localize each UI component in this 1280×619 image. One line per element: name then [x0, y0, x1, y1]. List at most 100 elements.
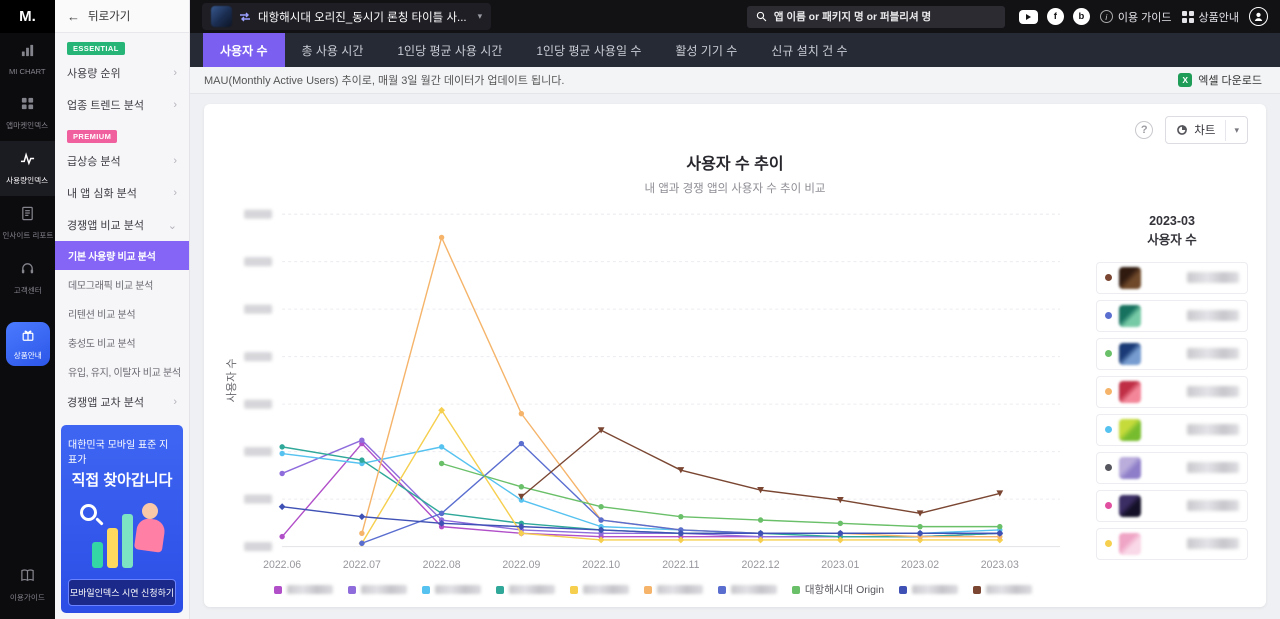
facebook-icon[interactable]: f	[1046, 8, 1064, 25]
legend-item-4[interactable]	[495, 585, 555, 594]
grid-icon	[1181, 10, 1194, 23]
back-button[interactable]: ← 뒤로가기	[55, 0, 189, 33]
legend-item-1[interactable]	[273, 585, 333, 594]
data-point	[279, 450, 285, 457]
rail-item-usage-index[interactable]: 사용량인덱스	[0, 141, 55, 196]
sidebar-subitem-loyalty-compare[interactable]: 충성도 비교 분석	[55, 328, 189, 357]
chevron-right-icon: ›	[173, 155, 177, 167]
app-rank-row-3	[1096, 337, 1248, 370]
user-count-redacted	[1187, 348, 1239, 360]
usage-pulse-icon	[20, 151, 35, 171]
info-icon: i	[1099, 10, 1113, 23]
data-point	[917, 523, 923, 530]
series-color-dot	[1105, 388, 1112, 396]
rail-item-usage-guide[interactable]: 이용가이드	[0, 558, 55, 613]
user-count-redacted	[1187, 538, 1239, 550]
rail-item-michart[interactable]: MI CHART	[0, 33, 55, 86]
series-color-dot	[1105, 540, 1112, 548]
compare-arrows-icon	[239, 11, 251, 23]
legend-item-6[interactable]	[643, 585, 703, 594]
chevron-right-icon: ›	[173, 99, 177, 111]
back-arrow-icon: ←	[67, 8, 80, 24]
chevron-down-icon: ⌄	[167, 219, 177, 232]
rail-item-insight-report[interactable]: 인사이트 리포트	[0, 196, 55, 251]
legend-item-9[interactable]	[899, 585, 959, 594]
sidebar-item-industry-trend[interactable]: 업종 트렌드 분석 ›	[55, 89, 189, 121]
sidebar-item-rising-analysis[interactable]: 급상승 분석 ›	[55, 145, 189, 177]
legend-label-redacted	[912, 585, 959, 594]
legend-marker	[717, 585, 726, 594]
sidebar-item-my-app-deep-analysis[interactable]: 내 앱 심화 분석 ›	[55, 177, 189, 209]
chart-header: 사용자 수 추이 내 앱과 경쟁 앱의 사용자 수 추이 비교	[222, 150, 1248, 196]
app-selector-dropdown[interactable]: 대항해시대 오리진_동시기 론칭 타이틀 사... ▾	[202, 3, 492, 30]
sidebar-subitem-demographic-compare[interactable]: 데모그래픽 비교 분석	[55, 270, 189, 299]
chevron-right-icon: ›	[173, 396, 177, 408]
search-input[interactable]	[773, 10, 996, 23]
legend-item-5[interactable]	[569, 585, 629, 594]
rail-item-product-info[interactable]: 상품안내	[5, 322, 50, 366]
top-header-bar: 대항해시대 오리진_동시기 론칭 타이틀 사... ▾ f b i 이용 가이드…	[190, 0, 1280, 33]
series-color-dot	[1105, 464, 1112, 472]
profile-avatar[interactable]	[1249, 7, 1268, 26]
series-color-dot	[1105, 502, 1112, 510]
data-point	[678, 513, 684, 520]
youtube-icon[interactable]	[1018, 9, 1038, 24]
rail-item-customer-center[interactable]: 고객센터	[0, 251, 55, 306]
data-point	[438, 510, 445, 517]
data-point	[598, 517, 604, 523]
tab-bar: 사용자 수총 사용 시간 1인당 평균 사용 시간 1인당 평균 사용일 수 활성 기…	[190, 33, 1280, 67]
legend-item-8[interactable]: 대항해시대 Origin	[791, 582, 884, 597]
tab-1[interactable]: 사용자 수	[203, 33, 285, 67]
legend-marker	[973, 585, 982, 594]
data-point	[757, 517, 764, 523]
chart-type-label: 차트	[1194, 125, 1216, 137]
chevron-right-icon: ›	[173, 187, 177, 199]
blog-icon[interactable]: b	[1072, 8, 1090, 25]
legend-label-redacted	[582, 585, 629, 594]
legend-item-10[interactable]	[973, 585, 1033, 594]
sidebar-item-competitor-compare[interactable]: 경쟁앱 비교 분석 ⌄	[55, 209, 189, 241]
magnifier-icon	[80, 504, 97, 521]
legend-item-7[interactable]	[717, 585, 777, 594]
tab-2[interactable]: 총 사용 시간	[285, 33, 381, 67]
ranking-rows	[1096, 261, 1248, 560]
help-button[interactable]: ?	[1135, 121, 1154, 139]
tab-3[interactable]: 1인당 평균 사용 시간	[380, 33, 519, 67]
legend-item-2[interactable]	[347, 585, 407, 594]
promo-banner[interactable]: 대한민국 모바일 표준 지표가 직접 찾아갑니다 모바일인덱스 시연 신청하기	[61, 425, 183, 613]
rail-item-app-market-index[interactable]: 앱마켓인덱스	[0, 86, 55, 141]
tab-6[interactable]: 신규 설치 건 수	[754, 33, 864, 67]
search-bar[interactable]	[746, 5, 1005, 28]
sidebar-subitem-basic-usage-compare[interactable]: 기본 사용량 비교 분석	[55, 241, 189, 270]
sidebar-item-competitor-cross-analysis[interactable]: 경쟁앱 교차 분석 ›	[55, 386, 189, 418]
tab-5[interactable]: 활성 기기 수	[658, 33, 754, 67]
app-logo[interactable]: M.	[0, 0, 55, 33]
usage-guide-link[interactable]: i 이용 가이드	[1099, 9, 1172, 25]
data-point	[518, 440, 525, 447]
sidebar-subitem-retention-compare[interactable]: 리텐션 비교 분석	[55, 299, 189, 328]
tab-4[interactable]: 1인당 평균 사용일 수	[519, 33, 658, 67]
sidebar-subitem-inflow-churn-compare[interactable]: 유입, 유지, 이탈자 비교 분석	[55, 357, 189, 386]
search-icon	[756, 11, 767, 22]
chart-type-dropdown[interactable]: 차트 ▾	[1165, 116, 1248, 144]
y-tick-label-redacted	[244, 257, 273, 267]
app-icon-blurred	[1119, 456, 1141, 479]
line-chart: 사용자 수 2022.06 2022.07 2022.08 2022.09 2022.10…	[225, 209, 1060, 571]
series-line	[282, 446, 1000, 538]
excel-download-button[interactable]: X 엑셀 다운로드	[1178, 72, 1266, 88]
legend-item-3[interactable]	[421, 585, 481, 594]
main-column: 대항해시대 오리진_동시기 론칭 타이틀 사... ▾ f b i 이용 가이드…	[190, 0, 1280, 619]
chevron-down-icon: ▾	[477, 11, 483, 21]
chart-legend: 대항해시대 Origin	[222, 577, 1084, 599]
user-count-redacted	[1187, 462, 1239, 474]
demo-request-button[interactable]: 모바일인덱스 시연 신청하기	[68, 579, 176, 606]
app-rank-row-1	[1096, 261, 1248, 294]
data-point	[279, 470, 285, 477]
app-icon-blurred	[1119, 304, 1141, 327]
user-count-redacted	[1187, 272, 1239, 284]
app-icon-blurred	[1119, 494, 1141, 517]
product-info-link[interactable]: 상품안내	[1181, 9, 1239, 25]
sidebar-item-usage-rank[interactable]: 사용량 순위 ›	[55, 57, 189, 89]
x-tick-label: 2022.09	[502, 559, 540, 571]
data-point	[359, 540, 365, 547]
